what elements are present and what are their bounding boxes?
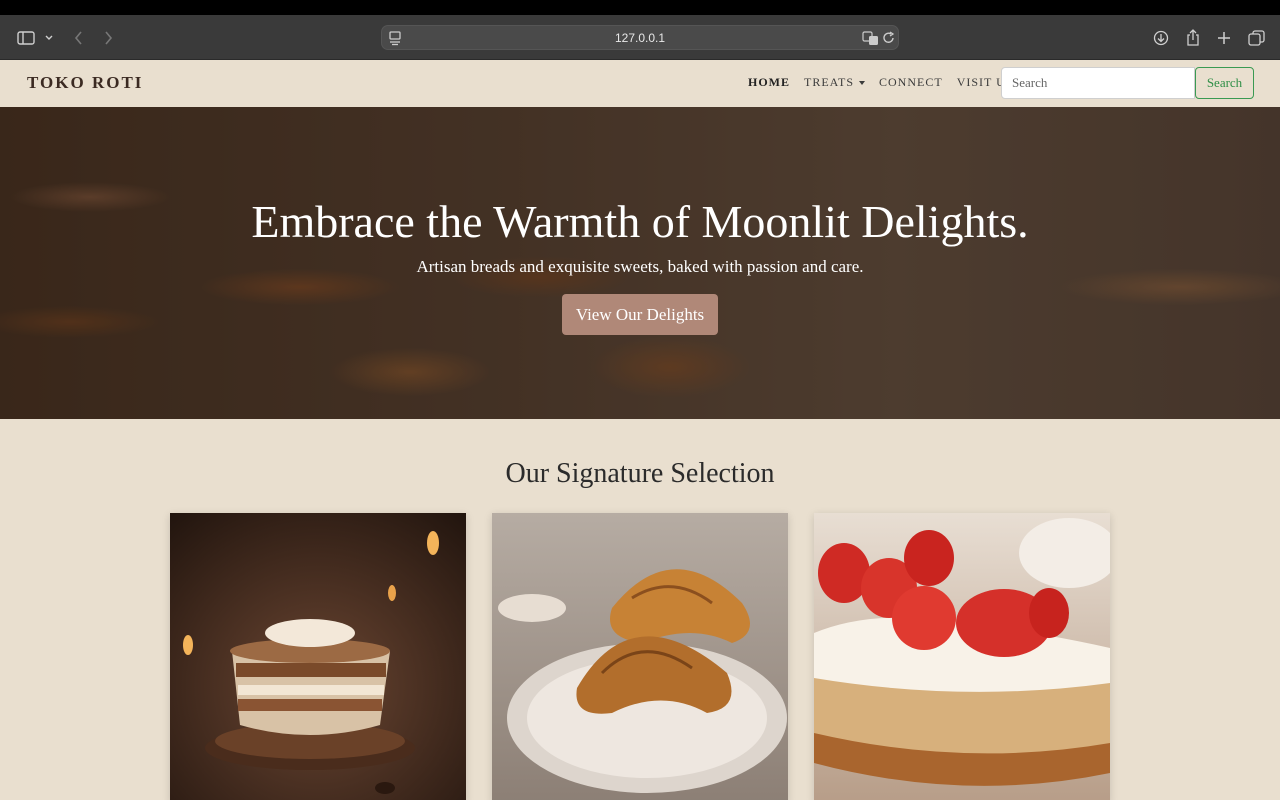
product-card-2[interactable]: [492, 513, 788, 800]
address-bar[interactable]: 127.0.0.1: [381, 25, 899, 50]
site-navbar: TOKO ROTI HOME TREATS CONNECT VISIT US S…: [0, 60, 1280, 107]
section-title: Our Signature Selection: [505, 458, 775, 489]
forward-arrow-icon[interactable]: [101, 15, 115, 60]
nav-links: HOME TREATS CONNECT VISIT US: [748, 60, 1027, 105]
tiramisu-cup-image: [170, 513, 466, 800]
url-text[interactable]: 127.0.0.1: [382, 26, 898, 51]
brand-logo[interactable]: TOKO ROTI: [27, 60, 143, 105]
tab-overview-icon[interactable]: [1246, 15, 1266, 60]
caret-down-icon: [859, 81, 866, 86]
hero-banner: Embrace the Warmth of Moonlit Delights. …: [0, 107, 1280, 419]
browser-toolbar: 127.0.0.1: [0, 15, 1280, 60]
reload-icon[interactable]: [882, 30, 896, 51]
download-icon[interactable]: [1152, 15, 1170, 60]
nav-link-home[interactable]: HOME: [748, 75, 790, 90]
system-top-strip: [0, 0, 1280, 15]
new-tab-icon[interactable]: [1215, 15, 1233, 60]
product-card-3[interactable]: [814, 513, 1110, 800]
nav-link-connect[interactable]: CONNECT: [879, 75, 943, 90]
back-arrow-icon[interactable]: [71, 15, 85, 60]
nav-link-treats-label: TREATS: [804, 75, 855, 89]
chevron-down-icon[interactable]: [43, 15, 55, 60]
hero-title: Embrace the Warmth of Moonlit Delights.: [251, 196, 1029, 247]
search-button[interactable]: Search: [1195, 67, 1254, 99]
view-delights-button[interactable]: View Our Delights: [562, 294, 718, 335]
strawberry-cream-toast-image: [814, 513, 1110, 800]
hero-subtitle: Artisan breads and exquisite sweets, bak…: [416, 257, 864, 276]
share-icon[interactable]: [1184, 15, 1202, 60]
translate-icon[interactable]: [862, 30, 879, 51]
croissant-plate-image: [492, 513, 788, 800]
nav-link-treats[interactable]: TREATS: [804, 75, 866, 90]
product-card-1[interactable]: [170, 513, 466, 800]
search-input[interactable]: [1001, 67, 1195, 99]
sidebar-icon[interactable]: [16, 15, 36, 60]
